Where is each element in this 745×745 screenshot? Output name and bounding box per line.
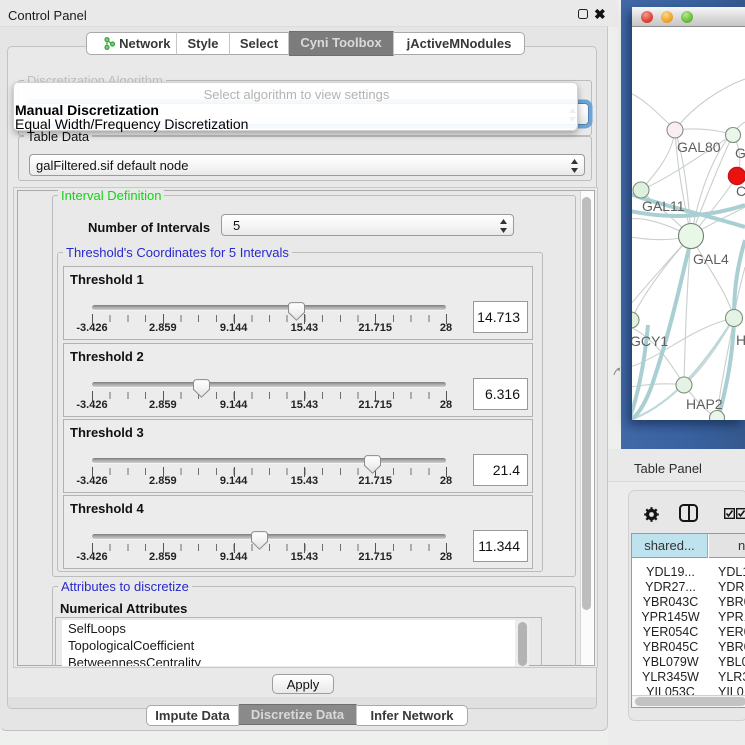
svg-text:GAL80: GAL80 [677, 139, 721, 155]
svg-text:C: C [736, 183, 745, 199]
svg-text:H: H [736, 332, 745, 348]
svg-text:GCY1: GCY1 [632, 333, 668, 349]
svg-text:HAP2: HAP2 [686, 396, 723, 412]
svg-text:GAL11: GAL11 [642, 198, 685, 214]
svg-text:GA: GA [735, 145, 745, 161]
svg-text:GAL4: GAL4 [693, 251, 729, 267]
